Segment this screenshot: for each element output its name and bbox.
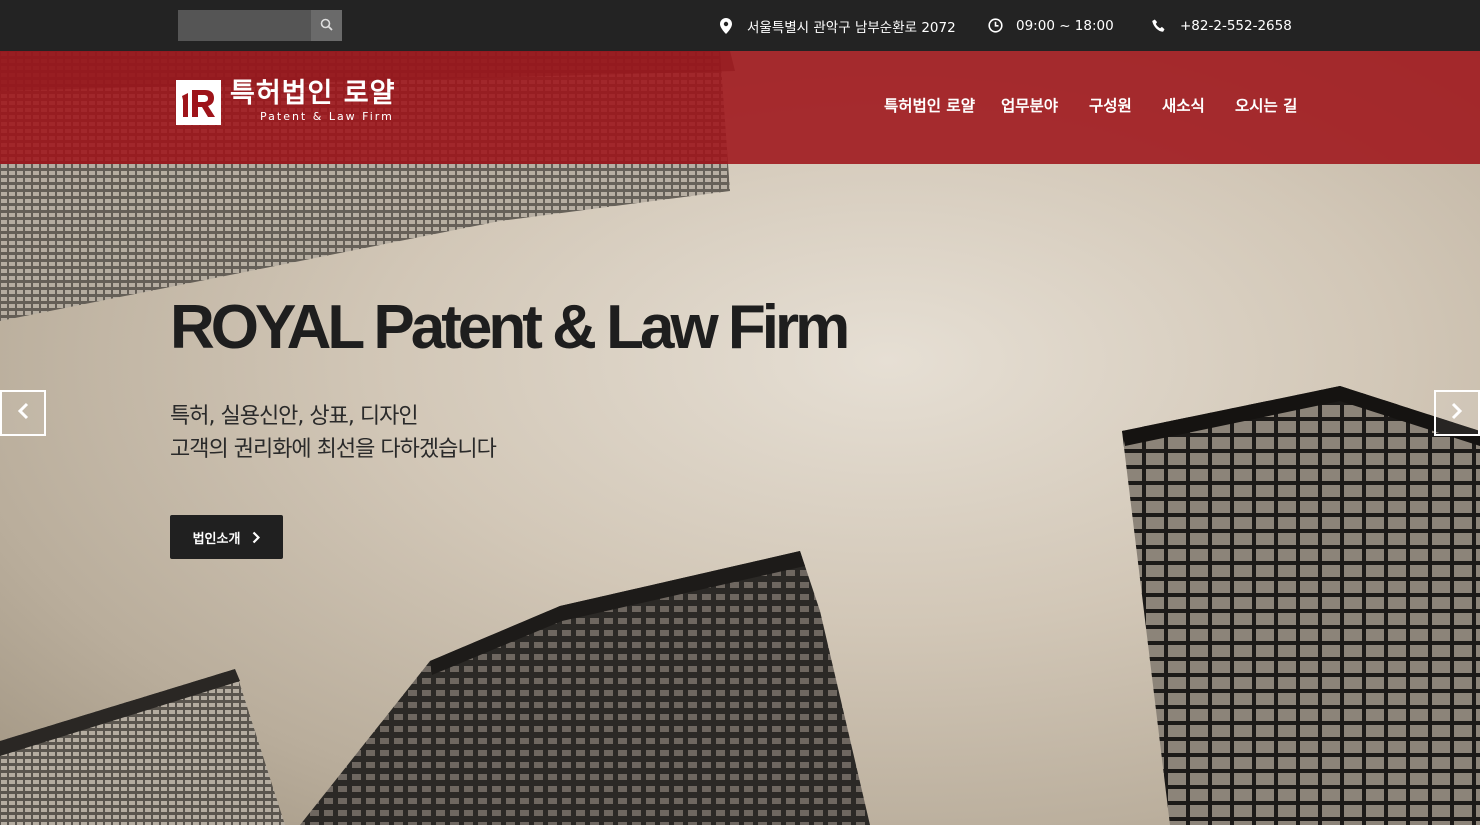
slider-prev-button[interactable]	[0, 390, 46, 436]
phone-text[interactable]: +82-2-552-2658	[1180, 18, 1292, 34]
hero-subtitle-line-2: 고객의 권리화에 최선을 다하겠습니다	[170, 437, 497, 462]
main-nav: 특허법인 로얄 업무분야 구성원 새소식 오시는 길	[0, 51, 1480, 164]
top-info-bar: 서울특별시 관악구 남부순환로 2072 09:00 ~ 18:00 +82-2…	[0, 0, 1480, 51]
hours-text: 09:00 ~ 18:00	[1016, 17, 1114, 34]
chevron-left-icon	[17, 402, 29, 424]
slider-next-button[interactable]	[1434, 390, 1480, 436]
search-input[interactable]	[178, 10, 311, 41]
address-info: 서울특별시 관악구 남부순환로 2072	[718, 0, 956, 51]
search-icon	[320, 16, 333, 35]
clock-icon	[987, 18, 1003, 34]
nav-item-members[interactable]: 구성원	[1089, 94, 1132, 116]
hours-info: 09:00 ~ 18:00	[987, 0, 1114, 51]
cta-label: 법인소개	[192, 531, 241, 547]
address-text: 서울특별시 관악구 남부순환로 2072	[747, 19, 956, 36]
nav-item-about[interactable]: 특허법인 로얄	[884, 94, 975, 116]
map-pin-icon	[718, 17, 734, 34]
chevron-right-icon	[1451, 402, 1463, 424]
search-button[interactable]	[311, 10, 342, 41]
hero-subtitle-line-1: 특허, 실용신안, 상표, 디자인	[170, 404, 419, 429]
about-firm-button[interactable]: 법인소개	[170, 515, 283, 559]
nav-item-directions[interactable]: 오시는 길	[1235, 94, 1297, 116]
nav-item-news[interactable]: 새소식	[1162, 94, 1205, 116]
search-box	[178, 10, 342, 41]
hero-subtitle: 특허, 실용신안, 상표, 디자인 고객의 권리화에 최선을 다하겠습니다	[170, 400, 497, 466]
chevron-right-icon	[252, 531, 261, 544]
hero-headline: ROYAL Patent & Law Firm	[170, 293, 850, 362]
phone-icon	[1151, 18, 1167, 34]
nav-item-practice-areas[interactable]: 업무분야	[1001, 94, 1058, 116]
phone-info: +82-2-552-2658	[1151, 0, 1292, 51]
